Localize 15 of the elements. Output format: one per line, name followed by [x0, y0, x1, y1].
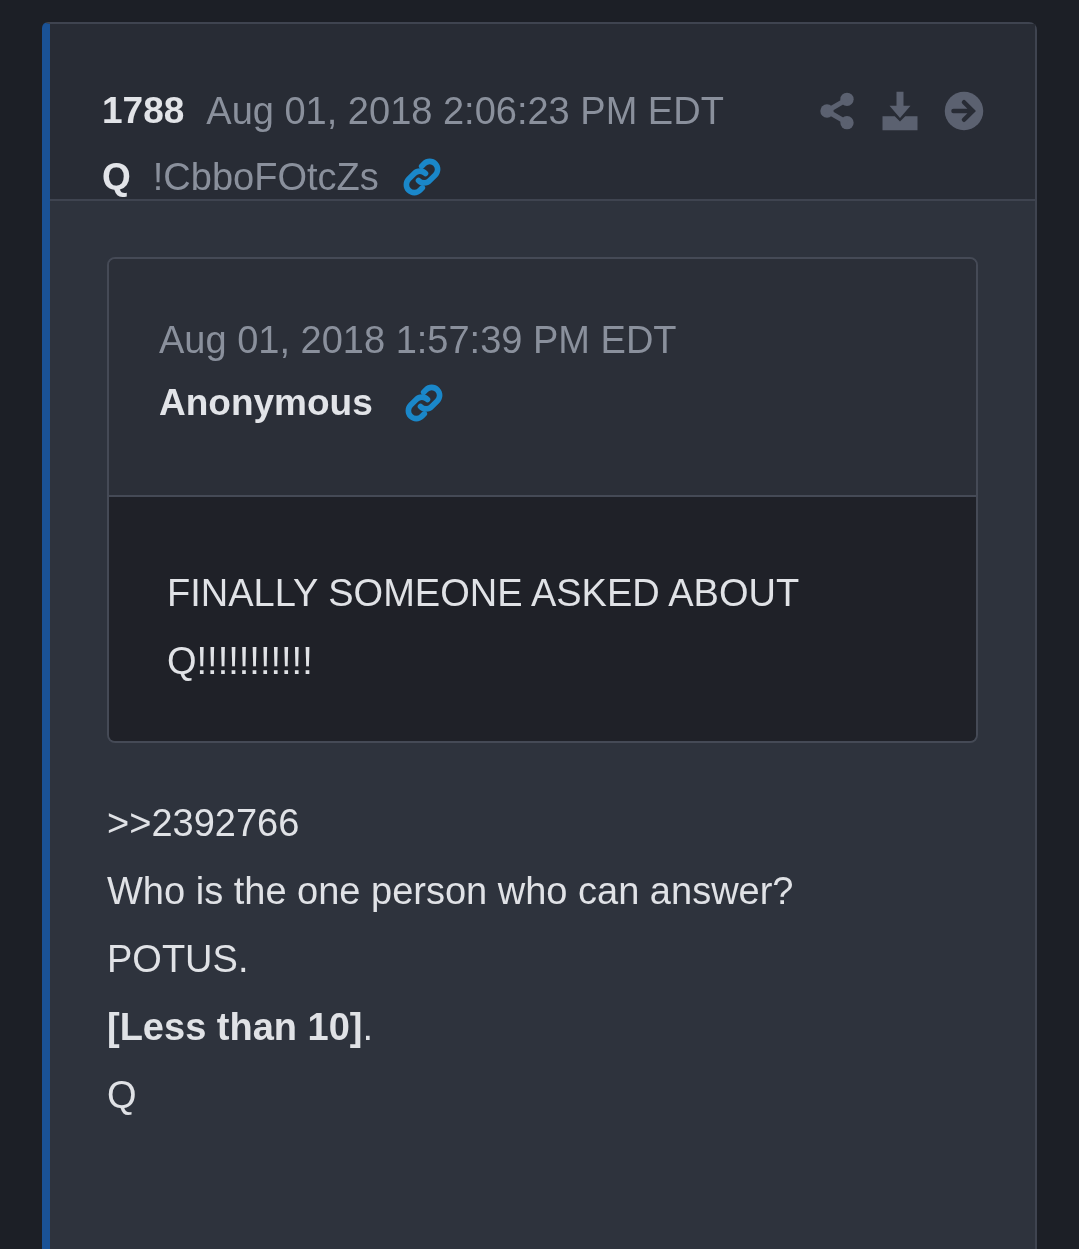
- post-text: [Less than 10].: [107, 1005, 375, 1050]
- author-name: Q: [102, 156, 131, 198]
- post-text: Who is the one person who can answer?: [107, 869, 795, 914]
- post-text: Q: [107, 1073, 138, 1118]
- post-number: 1788: [102, 90, 185, 132]
- arrow-circle-icon[interactable]: [943, 90, 985, 132]
- quote-author: Anonymous: [159, 382, 373, 424]
- tripcode: !CbboFOtcZs: [152, 155, 379, 199]
- share-icon[interactable]: [817, 91, 857, 131]
- quote-text: FINALLY SOMEONE ASKED ABOUT: [167, 571, 801, 616]
- quote-text: Q!!!!!!!!!!!: [167, 639, 314, 684]
- post-timestamp: Aug 01, 2018 2:06:23 PM EDT: [206, 89, 724, 133]
- quote-timestamp: Aug 01, 2018 1:57:39 PM EDT: [159, 319, 678, 362]
- post-text: POTUS.: [107, 937, 250, 982]
- post-text: >>2392766: [107, 801, 301, 846]
